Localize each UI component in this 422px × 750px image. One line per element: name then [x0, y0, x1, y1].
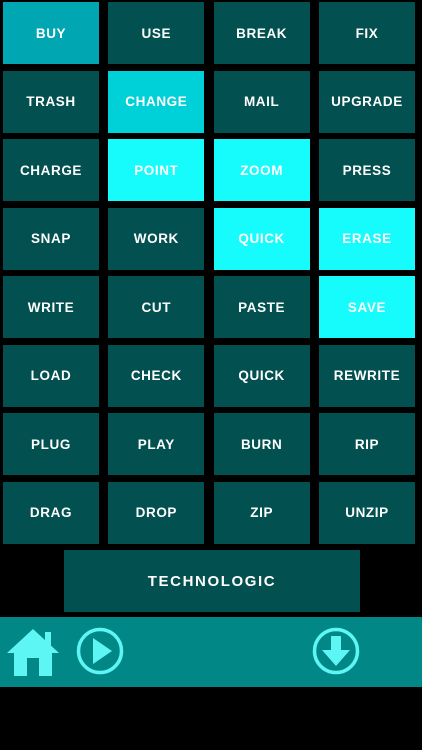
word-button-play[interactable]: PLAY: [108, 413, 205, 475]
word-button-save[interactable]: SAVE: [318, 276, 415, 338]
word-button-write[interactable]: WRITE: [3, 276, 99, 338]
word-button-unzip[interactable]: UNZIP: [318, 481, 415, 544]
play-icon[interactable]: [76, 627, 124, 675]
word-button-zip[interactable]: ZIP: [213, 481, 310, 544]
word-button-charge[interactable]: CHARGE: [3, 139, 99, 201]
word-button-drag[interactable]: DRAG: [3, 481, 99, 544]
word-button-buy[interactable]: BUY: [3, 2, 99, 64]
word-button-change[interactable]: CHANGE: [108, 70, 205, 133]
word-button-quick-2[interactable]: QUICK: [213, 344, 310, 407]
word-button-quick[interactable]: QUICK: [213, 207, 310, 270]
word-button-cut[interactable]: CUT: [108, 276, 205, 338]
word-button-press[interactable]: PRESS: [318, 139, 415, 201]
word-button-rip[interactable]: RIP: [318, 413, 415, 475]
word-button-point[interactable]: POINT: [108, 139, 205, 201]
technologic-button[interactable]: TECHNOLOGIC: [64, 550, 360, 612]
word-button-zoom[interactable]: ZOOM: [213, 139, 310, 201]
word-button-grid: BUY USE BREAK FIX TRASH CHANGE MAIL UPGR…: [3, 2, 419, 544]
word-button-plug[interactable]: PLUG: [3, 413, 99, 475]
word-button-trash[interactable]: TRASH: [3, 70, 99, 133]
word-button-fix[interactable]: FIX: [318, 2, 415, 64]
word-button-load[interactable]: LOAD: [3, 344, 99, 407]
word-button-use[interactable]: USE: [108, 2, 205, 64]
word-button-erase[interactable]: ERASE: [318, 207, 415, 270]
word-button-snap[interactable]: SNAP: [3, 207, 99, 270]
word-button-mail[interactable]: MAIL: [213, 70, 310, 133]
word-button-break[interactable]: BREAK: [213, 2, 310, 64]
word-button-rewrite[interactable]: REWRITE: [318, 344, 415, 407]
word-button-work[interactable]: WORK: [108, 207, 205, 270]
word-button-check[interactable]: CHECK: [108, 344, 205, 407]
word-button-upgrade[interactable]: UPGRADE: [318, 70, 415, 133]
arrow-down-icon[interactable]: [312, 627, 360, 675]
bottom-toolbar: [0, 617, 422, 687]
home-icon[interactable]: [5, 626, 61, 678]
word-button-paste[interactable]: PASTE: [213, 276, 310, 338]
word-button-drop[interactable]: DROP: [108, 481, 205, 544]
word-button-burn[interactable]: BURN: [213, 413, 310, 475]
